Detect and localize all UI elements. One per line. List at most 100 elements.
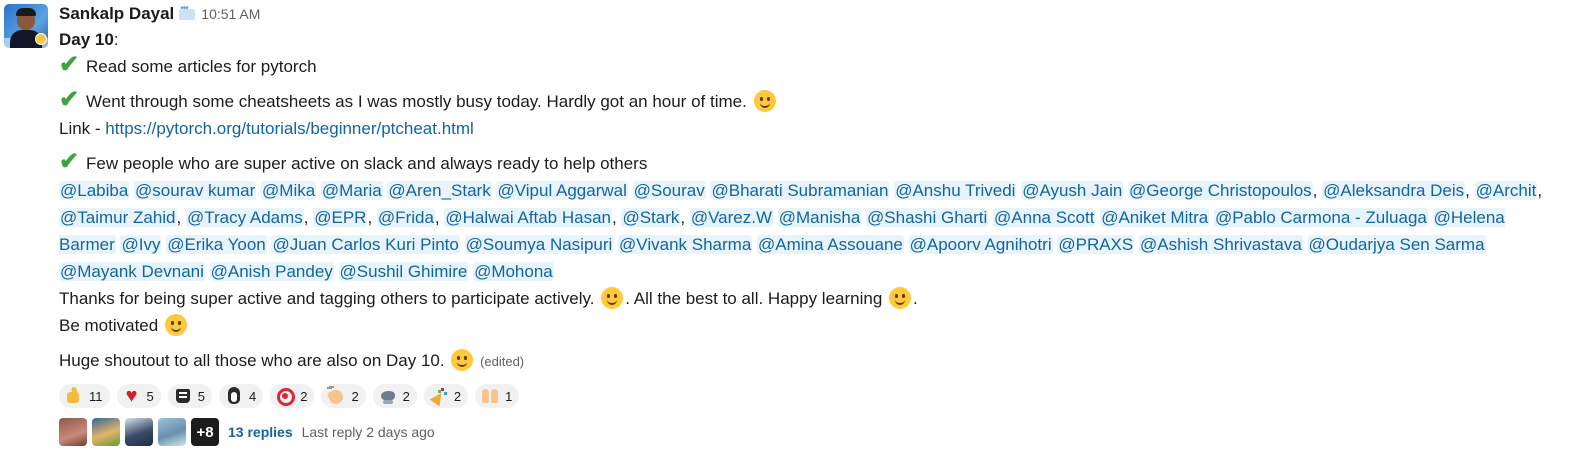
reaction-thumbs-up[interactable]: 11 <box>59 384 110 408</box>
check-mark-icon: ✔ <box>59 148 80 175</box>
thread-summary[interactable]: +8 13 replies Last reply 2 days ago <box>59 417 1564 447</box>
thanks-text-a: Thanks for being super active and taggin… <box>59 289 595 308</box>
user-mention[interactable]: @George Christopoulos <box>1128 181 1313 200</box>
task-line-1: ✔ Read some articles for pytorch <box>59 53 1564 80</box>
mention-separator: , <box>176 208 186 227</box>
task-text-1: Read some articles for pytorch <box>86 57 317 76</box>
reply-avatar[interactable] <box>158 418 186 446</box>
user-mention[interactable]: @Mika <box>261 181 317 200</box>
user-mention[interactable]: @Archit <box>1474 181 1538 200</box>
user-mention[interactable]: @Vivank Sharma <box>618 235 753 254</box>
task-line-3: ✔ Few people who are super active on slac… <box>59 150 1564 177</box>
penguin-icon <box>224 386 244 406</box>
user-mention[interactable]: @Ayush Jain <box>1021 181 1124 200</box>
reaction-clap[interactable]: 2 <box>321 384 366 408</box>
user-mention[interactable]: @Taimur Zahid <box>59 208 177 227</box>
mention-separator <box>460 235 465 254</box>
mention-separator <box>1428 208 1433 227</box>
user-mention[interactable]: @Tracy Adams <box>185 208 304 227</box>
user-mention[interactable]: @Sushil Ghimire <box>338 262 469 281</box>
reply-avatar[interactable] <box>92 418 120 446</box>
shoutout-text: Huge shoutout to all those who are also … <box>59 351 445 370</box>
custom-emoji-icon <box>173 386 193 406</box>
user-mention[interactable]: @Pablo Carmona - Zuluaga <box>1213 208 1428 227</box>
user-mention[interactable]: @Labiba <box>59 181 130 200</box>
avatar[interactable] <box>4 4 48 48</box>
user-mention[interactable]: @Anna Scott <box>993 208 1096 227</box>
user-mention[interactable]: @Juan Carlos Kuri Pinto <box>271 235 460 254</box>
user-mention[interactable]: @Sourav <box>632 181 706 200</box>
user-mention[interactable]: @Mohona <box>473 262 554 281</box>
user-mention[interactable]: @Anish Pandey <box>209 262 334 281</box>
user-mention[interactable]: @sourav kumar <box>134 181 257 200</box>
user-mention[interactable]: @PRAXS <box>1057 235 1135 254</box>
user-mention[interactable]: @Halwai Aftab Hasan <box>444 208 612 227</box>
user-mention[interactable]: @Aleksandra Deis <box>1322 181 1466 200</box>
user-mention[interactable]: @Maria <box>320 181 383 200</box>
user-mention[interactable]: @Frida <box>376 208 435 227</box>
slightly-smiling-face-icon <box>889 287 912 309</box>
slightly-smiling-face-icon <box>753 90 776 112</box>
user-mention[interactable]: @EPR <box>313 208 368 227</box>
reaction-bird[interactable]: 2 <box>372 384 417 408</box>
user-mention[interactable]: @Bharati Subramanian <box>710 181 890 200</box>
reaction-heart[interactable]: 5 <box>116 384 161 408</box>
user-mention[interactable]: @Apoorv Agnihotri <box>908 235 1053 254</box>
mention-separator: , <box>434 208 445 227</box>
user-mention[interactable]: @Ashish Shrivastava <box>1138 235 1303 254</box>
reaction-count: 2 <box>453 388 462 404</box>
task-text-3: Few people who are super active on slack… <box>86 154 648 173</box>
user-mention[interactable]: @Stark <box>621 208 681 227</box>
reply-count-link[interactable]: 13 replies <box>228 424 293 440</box>
user-mention[interactable]: @Oudarjya Sen Sarma <box>1307 235 1486 254</box>
badge-icon <box>35 33 47 45</box>
reaction-count: 4 <box>248 388 257 404</box>
user-mention[interactable]: @Ivy <box>120 235 162 254</box>
speech-bubble-icon <box>179 3 196 20</box>
user-mention[interactable]: @Anshu Trivedi <box>894 181 1017 200</box>
check-mark-icon: ✔ <box>59 86 80 113</box>
mention-separator: , <box>1537 181 1543 200</box>
reaction-count: 2 <box>402 388 410 404</box>
heart-icon <box>122 386 142 406</box>
user-mention[interactable]: @Mayank Devnani <box>59 262 205 281</box>
day-colon: : <box>113 30 119 49</box>
reaction-custom[interactable]: 5 <box>167 384 212 408</box>
check-mark-icon: ✔ <box>59 51 80 78</box>
user-mention[interactable]: @Vipul Aggarwal <box>496 181 628 200</box>
reaction-target[interactable]: 2 <box>270 384 315 408</box>
reply-avatar[interactable] <box>125 418 153 446</box>
mention-separator: , <box>1465 181 1475 200</box>
reaction-bar: 11 5 5 4 2 2 2 2 1 <box>59 384 1564 410</box>
reaction-count: 1 <box>505 388 513 404</box>
mention-separator: , <box>1312 181 1323 200</box>
mention-list: @Labiba @sourav kumar @Mika @Maria @Aren… <box>59 177 1564 285</box>
user-mention[interactable]: @Aren_Stark <box>387 181 492 200</box>
link-line: Link - https://pytorch.org/tutorials/beg… <box>59 115 1564 142</box>
slightly-smiling-face-icon <box>164 314 187 336</box>
reaction-penguin[interactable]: 4 <box>218 384 264 408</box>
reaction-count: 11 <box>89 388 103 404</box>
thanks-text-b: . All the best to all. Happy learning <box>625 289 883 308</box>
reaction-party[interactable]: 2 <box>423 384 469 408</box>
slightly-smiling-face-icon <box>451 349 474 371</box>
user-mention[interactable]: @Soumya Nasipuri <box>464 235 614 254</box>
more-repliers-badge[interactable]: +8 <box>191 418 219 446</box>
user-mention[interactable]: @Varez.W <box>689 208 774 227</box>
user-mention[interactable]: @Shashi Gharti <box>866 208 989 227</box>
sender-name[interactable]: Sankalp Dayal <box>59 4 174 24</box>
task-line-2: ✔ Went through some cheatsheets as I was … <box>59 88 1564 115</box>
thanks-line: Thanks for being super active and taggin… <box>59 285 1564 312</box>
reply-avatar[interactable] <box>59 418 87 446</box>
motivated-line: Be motivated <box>59 312 1564 339</box>
reaction-raised-hands[interactable]: 1 <box>475 384 520 408</box>
user-mention[interactable]: @Aniket Mitra <box>1100 208 1210 227</box>
user-mention[interactable]: @Erika Yoon <box>166 235 267 254</box>
user-mention[interactable]: @Amina Assouane <box>757 235 904 254</box>
mention-separator: , <box>680 208 690 227</box>
timestamp[interactable]: 10:51 AM <box>201 6 260 22</box>
cheatsheet-link[interactable]: https://pytorch.org/tutorials/beginner/p… <box>105 119 474 138</box>
reaction-count: 2 <box>300 388 308 404</box>
message-header: Sankalp Dayal 10:51 AM <box>59 2 1564 26</box>
user-mention[interactable]: @Manisha <box>777 208 862 227</box>
